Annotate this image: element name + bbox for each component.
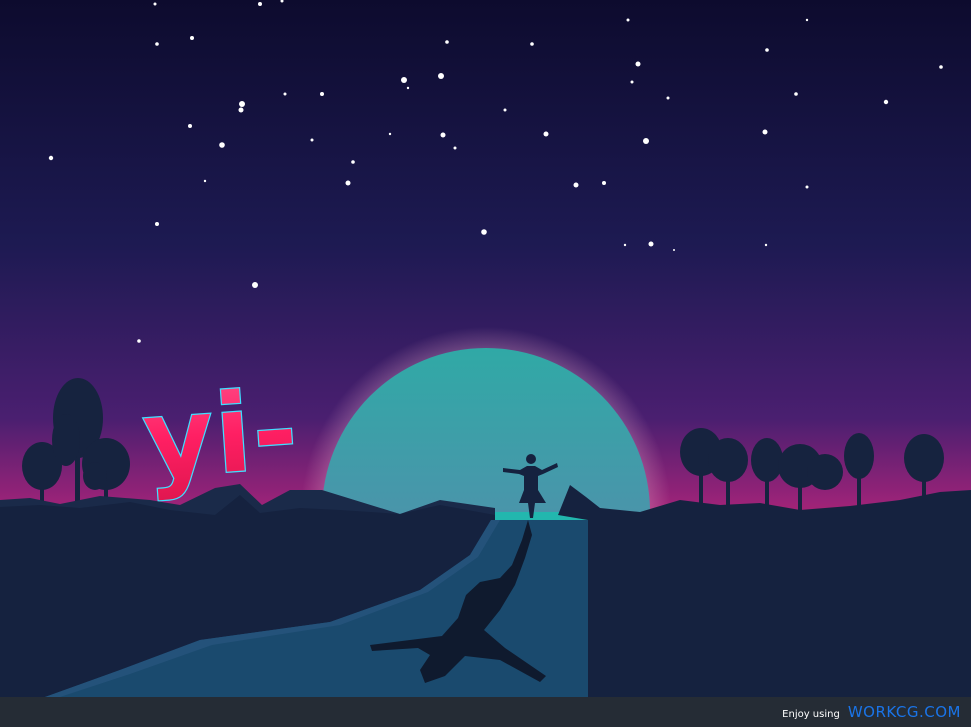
footer-bar: Enjoy using WORKCG.COM <box>0 697 971 727</box>
logo-text: yi- <box>138 365 302 504</box>
footer-credit: Enjoy using WORKCG.COM <box>782 703 961 721</box>
yi-logo: yi- <box>138 365 303 505</box>
enjoy-label: Enjoy using <box>782 709 840 720</box>
right-land <box>558 485 971 697</box>
site-link[interactable]: WORKCG.COM <box>848 703 961 721</box>
night-scene-illustration: yi- <box>0 0 971 697</box>
